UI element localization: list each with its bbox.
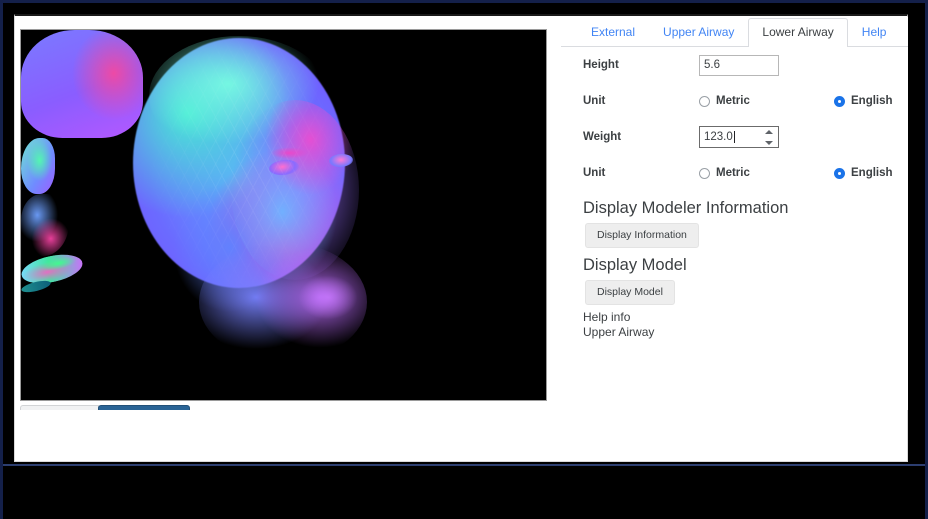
model-neck xyxy=(21,30,143,138)
text-caret xyxy=(734,131,735,143)
height-unit-row: Unit Metric English xyxy=(561,83,908,119)
weight-unit-english-label: English xyxy=(851,167,893,179)
tab-upper-airway[interactable]: Upper Airway xyxy=(649,18,748,47)
model-mouth-opening xyxy=(21,278,52,295)
help-info-text: Help info xyxy=(583,310,631,324)
model-brow xyxy=(267,146,311,160)
settings-panel: External Upper Airway Lower Airway Help … xyxy=(561,17,908,411)
head-model-3d[interactable] xyxy=(21,30,546,400)
height-input[interactable] xyxy=(699,54,779,76)
spinner-up-icon[interactable] xyxy=(764,130,773,134)
height-label: Height xyxy=(583,59,619,71)
weight-label: Weight xyxy=(583,131,622,143)
radio-icon xyxy=(699,167,710,179)
height-unit-metric-option[interactable]: Metric xyxy=(699,95,834,107)
display-model-button[interactable]: Display Model xyxy=(585,280,675,305)
weight-unit-radio-group: Metric English xyxy=(699,167,908,179)
screenshot-root: Autorotate Orbit Control Transparency Ex… xyxy=(0,0,928,519)
weight-unit-metric-label: Metric xyxy=(716,167,750,179)
radio-icon xyxy=(699,95,710,107)
weight-input[interactable]: 123.0 xyxy=(699,126,779,148)
app-page: Autorotate Orbit Control Transparency Ex… xyxy=(14,14,908,457)
model-chin xyxy=(293,274,363,326)
model-nose xyxy=(21,194,69,256)
weight-unit-metric-option[interactable]: Metric xyxy=(699,167,834,179)
height-unit-metric-label: Metric xyxy=(716,95,750,107)
model-viewport[interactable] xyxy=(20,29,547,401)
window-bottom-rule xyxy=(3,464,925,466)
tab-lower-airway[interactable]: Lower Airway xyxy=(748,18,848,47)
modeler-info-title: Display Modeler Information xyxy=(583,199,789,217)
upper-airway-text: Upper Airway xyxy=(583,325,655,339)
spinner-down-icon[interactable] xyxy=(764,141,773,145)
tab-help[interactable]: Help xyxy=(848,18,901,47)
weight-input-value: 123.0 xyxy=(704,131,733,143)
radio-icon xyxy=(834,95,845,107)
tab-bar: External Upper Airway Lower Airway Help xyxy=(561,17,908,47)
display-model-title: Display Model xyxy=(583,256,687,274)
height-row: Height xyxy=(561,47,908,83)
display-information-button[interactable]: Display Information xyxy=(585,223,699,248)
weight-unit-english-option[interactable]: English xyxy=(834,167,893,179)
weight-unit-label: Unit xyxy=(583,167,606,179)
height-unit-label: Unit xyxy=(583,95,606,107)
height-unit-english-label: English xyxy=(851,95,893,107)
model-ear xyxy=(21,138,55,194)
app-page-footer xyxy=(14,410,908,462)
radio-icon xyxy=(834,167,845,179)
weight-spinner[interactable] xyxy=(764,130,773,145)
height-unit-english-option[interactable]: English xyxy=(834,95,893,107)
tab-external[interactable]: External xyxy=(577,18,649,47)
weight-unit-row: Unit Metric English xyxy=(561,155,908,191)
height-unit-radio-group: Metric English xyxy=(699,95,908,107)
weight-row: Weight 123.0 xyxy=(561,119,908,155)
